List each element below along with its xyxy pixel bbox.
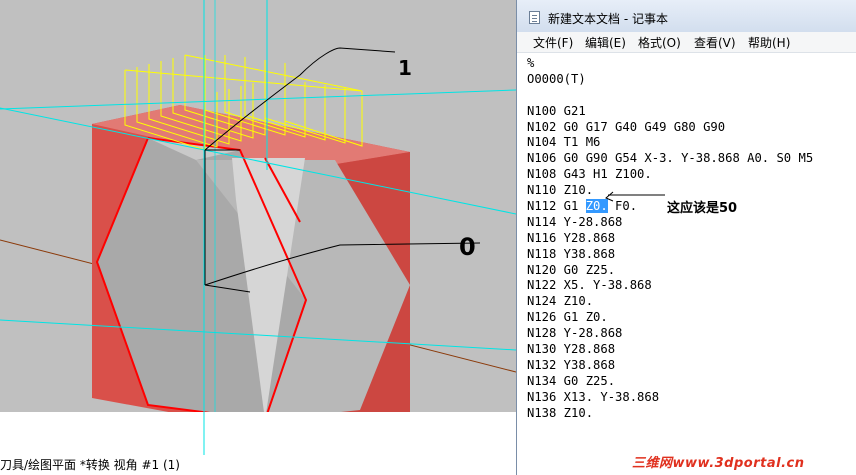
y-axis-line (0, 89, 516, 110)
watermark: 三维网www.3dportal.cn (632, 456, 805, 471)
cad-viewport[interactable]: 1 0 刀具/绘图平面 *转换 视角 #1 (1) (0, 0, 516, 475)
text-line: N132 Y38.868 (527, 357, 616, 372)
text-line: N126 G1 Z0. (527, 310, 608, 325)
text-line: N106 G0 G90 G54 X-3. Y-38.868 A0. S0 M5 (527, 151, 814, 166)
text-line: N134 G0 Z25. (527, 373, 616, 388)
text-line: N118 Y38.868 (527, 246, 616, 261)
annotation-label-1: 1 (398, 56, 412, 80)
text-line: N100 G21 (527, 103, 586, 118)
annotation-note: 这应该是50 (667, 201, 738, 216)
menu-help[interactable]: 帮助(H) (748, 34, 790, 51)
menu-view[interactable]: 查看(V) (694, 34, 736, 51)
window-title: 新建文本文档 - 记事本 (548, 12, 668, 26)
text-line: N120 G0 Z25. (527, 262, 616, 277)
notepad-icon (529, 11, 540, 24)
selected-text[interactable]: Z0. (585, 199, 608, 214)
text-line (527, 88, 813, 104)
title-bar[interactable]: 新建文本文档 - 记事本 (517, 0, 856, 33)
cad-graphics (0, 0, 516, 475)
menu-edit[interactable]: 编辑(E) (585, 34, 626, 51)
text-line: N138 Z10. (527, 405, 594, 420)
text-line: N104 T1 M6 (527, 135, 601, 150)
text-line: N130 Y28.868 (527, 342, 616, 357)
menu-file[interactable]: 文件(F) (533, 34, 573, 51)
annotation-label-0: 0 (459, 233, 476, 261)
menu-bar: 文件(F) 编辑(E) 格式(O) 查看(V) 帮助(H) (517, 32, 856, 53)
text-before-selection: N112 G1 (527, 199, 586, 214)
text-line: N114 Y-28.868 (527, 214, 623, 229)
text-editor[interactable]: % O0000(T) N100 G21 N102 G0 G17 G40 G49 G8… (527, 56, 813, 421)
menu-format[interactable]: 格式(O) (638, 34, 681, 51)
text-line: N128 Y-28.868 (527, 326, 623, 341)
notepad-window[interactable]: 新建文本文档 - 记事本 文件(F) 编辑(E) 格式(O) 查看(V) 帮助(… (516, 0, 856, 475)
text-line: N122 X5. Y-38.868 (527, 278, 652, 293)
text-line: N124 Z10. (527, 294, 594, 309)
text-line: % (527, 56, 535, 70)
text-after-selection: F0. (607, 199, 638, 214)
text-line: N116 Y28.868 (527, 230, 616, 245)
cad-status-bar: 刀具/绘图平面 *转换 视角 #1 (1) (0, 455, 516, 475)
text-line: N102 G0 G17 G40 G49 G80 G90 (527, 119, 726, 134)
text-line: N136 X13. Y-38.868 (527, 389, 660, 404)
text-line: O0000(T) (527, 71, 586, 86)
text-line: N108 G43 H1 Z100. (527, 167, 652, 182)
